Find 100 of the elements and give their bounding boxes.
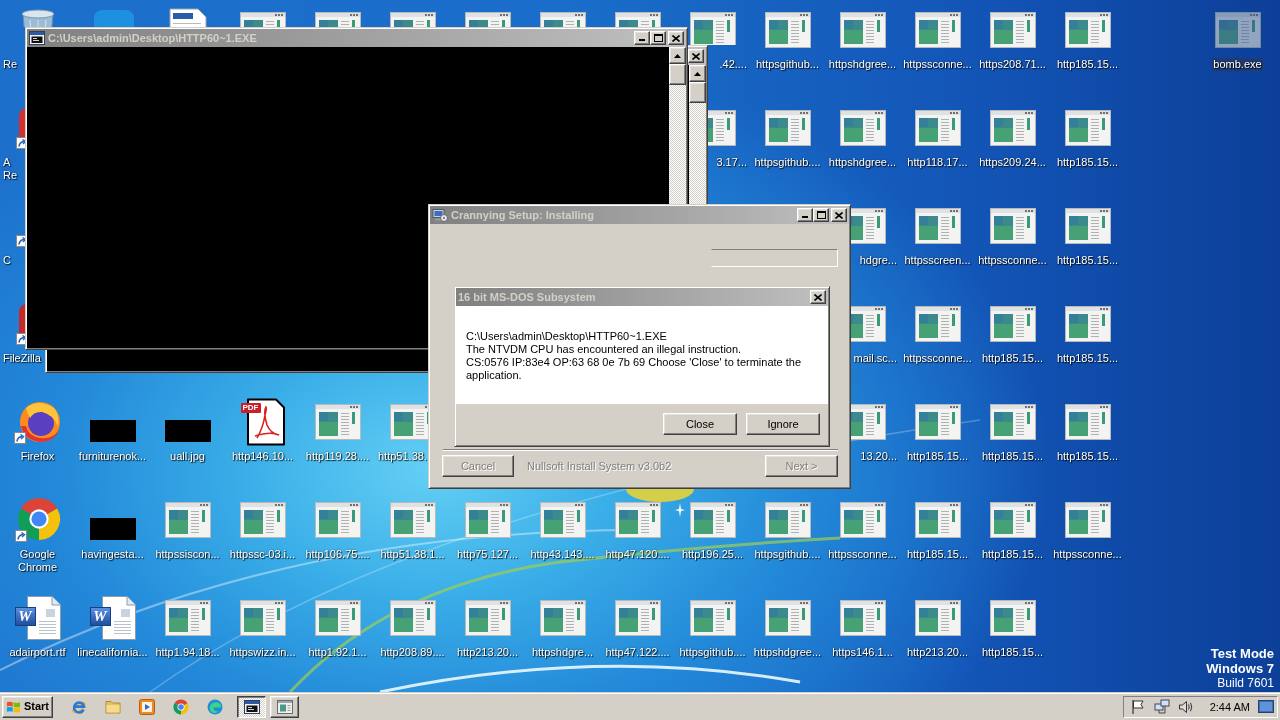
webpage-icon[interactable] <box>614 12 661 27</box>
scroll-up-button[interactable] <box>669 47 686 64</box>
desktop-icon-label[interactable]: uall.jpg <box>169 450 206 463</box>
webpage-icon[interactable] <box>614 502 661 538</box>
network-icon[interactable] <box>1153 698 1170 715</box>
desktop-icon-label[interactable]: http185.15... <box>980 646 1045 659</box>
desktop-icon-label[interactable]: httpshdgree... <box>827 58 898 71</box>
desktop-icon-label[interactable]: http1.94.18... <box>154 646 221 659</box>
webpage-icon[interactable] <box>239 502 286 538</box>
webpage-icon[interactable] <box>389 12 436 27</box>
desktop-icon-label[interactable]: http213.20... <box>905 646 970 659</box>
desktop-icon[interactable] <box>1258 700 1274 713</box>
maximize-button[interactable] <box>813 208 829 222</box>
webpage-icon[interactable] <box>689 12 736 45</box>
webpage-icon[interactable] <box>314 600 361 636</box>
webpage-icon[interactable] <box>1064 12 1111 48</box>
webpage-icon[interactable] <box>539 600 586 636</box>
webpage-icon[interactable] <box>1214 12 1261 48</box>
desktop-icon-label[interactable]: Re <box>2 58 19 71</box>
webpage-icon[interactable] <box>1064 404 1111 440</box>
flag-icon[interactable] <box>1129 698 1146 715</box>
webpage-icon[interactable] <box>851 208 886 244</box>
webpage-icon[interactable] <box>464 12 511 27</box>
webpage-icon[interactable] <box>1064 502 1111 538</box>
image-thumbnail-icon[interactable] <box>89 420 136 442</box>
webpage-icon[interactable] <box>539 502 586 538</box>
start-button[interactable]: Start <box>2 695 53 718</box>
webpage-icon[interactable] <box>764 110 811 146</box>
webpage-icon[interactable] <box>989 404 1036 440</box>
scrollbar-thumb[interactable] <box>669 64 686 85</box>
webpage-icon[interactable] <box>989 502 1036 538</box>
webpage-icon[interactable] <box>708 110 736 146</box>
webpage-icon[interactable] <box>164 600 211 636</box>
webpage-icon[interactable] <box>314 12 361 27</box>
webpage-icon[interactable] <box>989 306 1036 342</box>
webpage-icon[interactable] <box>389 404 428 440</box>
webpage-icon[interactable] <box>689 600 736 636</box>
speaker-icon[interactable] <box>1177 698 1194 715</box>
webpage-icon[interactable] <box>314 404 361 440</box>
desktop-icon-label[interactable]: http213.20... <box>455 646 520 659</box>
desktop-icon-label[interactable]: http1.92.1... <box>307 646 368 659</box>
desktop-icon-label[interactable]: httpsgithub.... <box>753 156 822 169</box>
desktop-icon-label[interactable]: http47.120.... <box>604 548 671 561</box>
webpage-icon[interactable] <box>914 306 961 342</box>
maximize-button[interactable] <box>650 31 666 45</box>
webpage-icon[interactable] <box>464 600 511 636</box>
desktop-icon-label[interactable]: mail.sc... <box>852 352 898 365</box>
internet-explorer-icon[interactable] <box>71 698 87 715</box>
webpage-icon[interactable] <box>989 208 1036 244</box>
desktop-icon-label[interactable]: bomb.exe <box>1212 58 1263 71</box>
desktop-icon-label[interactable]: http185.15... <box>905 450 970 463</box>
webpage-icon[interactable] <box>839 502 886 538</box>
desktop-icon-label[interactable]: FileZilla <box>2 352 42 365</box>
desktop-icon-label[interactable]: http43.143.... <box>529 548 596 561</box>
desktop-icon-label[interactable]: http118.17... <box>906 156 969 169</box>
image-thumbnail-icon[interactable] <box>164 420 211 442</box>
desktop-icon-label[interactable]: A Re <box>2 156 19 182</box>
webpage-icon[interactable] <box>1064 306 1111 342</box>
window-close-button[interactable] <box>810 290 826 304</box>
desktop-icon-label[interactable]: http185.15... <box>905 548 970 561</box>
desktop-icon-label[interactable]: http47.122.... <box>604 646 671 659</box>
chrome-icon[interactable] <box>14 497 61 543</box>
webpage-icon[interactable] <box>764 502 811 538</box>
webpage-icon[interactable] <box>239 600 286 636</box>
desktop-icon-label[interactable]: httpsgithub.... <box>678 646 747 659</box>
window-close-button[interactable] <box>688 49 704 63</box>
webpage-icon[interactable] <box>1064 110 1111 146</box>
desktop-icon-label[interactable]: httpssconne... <box>902 58 973 71</box>
desktop-icon-label[interactable]: http185.15... <box>1055 450 1120 463</box>
desktop-icon-label[interactable]: http185.15... <box>980 352 1045 365</box>
webpage-icon[interactable] <box>314 502 361 538</box>
webpage-icon[interactable] <box>914 110 961 146</box>
webpage-icon[interactable] <box>839 600 886 636</box>
webpage-icon[interactable] <box>851 404 886 440</box>
webpage-icon[interactable] <box>1064 208 1111 244</box>
webpage-icon[interactable] <box>539 12 586 27</box>
desktop-icon-label[interactable]: httpssconne... <box>902 352 973 365</box>
desktop-icon-label[interactable]: havingesta... <box>80 548 145 561</box>
webpage-icon[interactable] <box>914 208 961 244</box>
minimize-button[interactable] <box>797 208 813 222</box>
desktop-icon-label[interactable]: Firefox <box>19 450 56 463</box>
desktop-icon-label[interactable]: adairport.rtf <box>8 646 67 659</box>
webpage-icon[interactable] <box>389 502 436 538</box>
minimize-button[interactable] <box>634 31 650 45</box>
window-close-button[interactable] <box>831 208 847 222</box>
desktop-icon-label[interactable]: https146.1... <box>831 646 894 659</box>
image-thumbnail-icon[interactable] <box>89 518 136 540</box>
scrollbar-thumb[interactable] <box>689 82 706 103</box>
webpage-icon[interactable] <box>839 110 886 146</box>
desktop-icon-label[interactable]: linecalifornia... <box>76 646 149 659</box>
taskbar-button[interactable] <box>237 695 266 718</box>
webpage-icon[interactable] <box>764 12 811 48</box>
close-button[interactable]: Close <box>663 413 737 435</box>
desktop-icon-label[interactable]: furniturenok... <box>77 450 148 463</box>
desktop-icon-label[interactable]: http146.10... <box>230 450 295 463</box>
desktop-icon-label[interactable]: httpssconne... <box>1052 548 1123 561</box>
desktop-icon-label[interactable]: httpsgithub.... <box>753 548 822 561</box>
webpage-icon[interactable] <box>614 600 661 636</box>
desktop-icon-label[interactable]: hdgre... <box>858 254 898 267</box>
desktop-icon-label[interactable]: httpshdgree... <box>752 646 823 659</box>
